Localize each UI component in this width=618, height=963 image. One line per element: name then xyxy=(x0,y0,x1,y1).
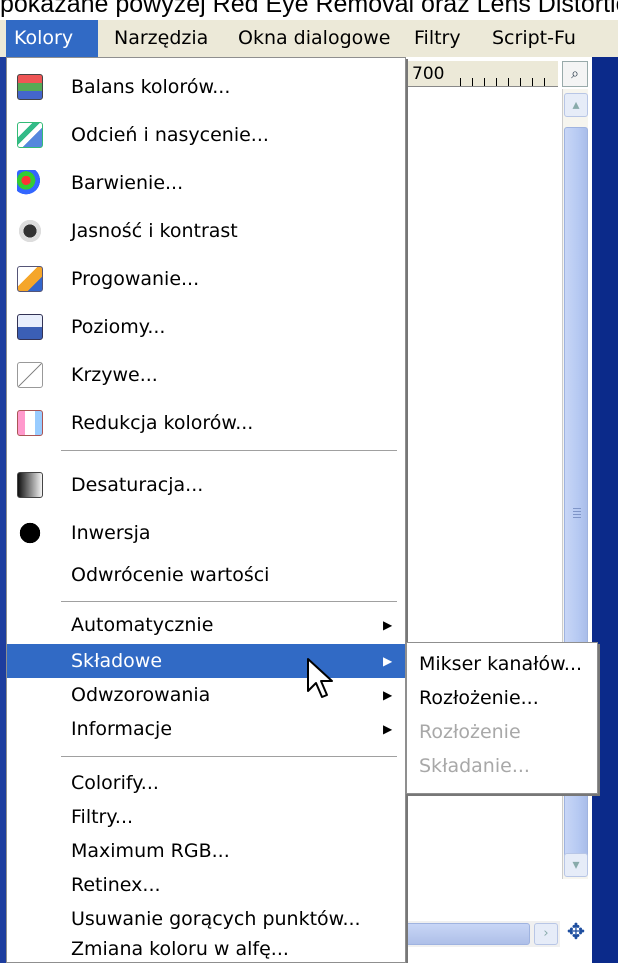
menu-item-skladowe[interactable]: Składowe ▶ xyxy=(7,644,405,678)
grip-icon xyxy=(573,508,581,518)
caption-text: pokazane powyżej Red Eye Removal oraz Le… xyxy=(0,0,618,18)
horizontal-ruler: 700 xyxy=(408,61,558,87)
menu-item-label: Redukcja kolorów... xyxy=(71,412,254,434)
menu-item-label: Automatycznie xyxy=(71,614,214,636)
menu-item-label: Filtry... xyxy=(71,806,134,828)
menu-item-label: Balans kolorów... xyxy=(71,76,231,98)
menu-item-label: Colorify... xyxy=(71,772,159,794)
colorize-icon xyxy=(17,170,43,196)
kolory-dropdown-menu: Balans kolorów... Odcień i nasycenie... … xyxy=(6,57,406,963)
menu-item-poziomy[interactable]: Poziomy... xyxy=(7,310,405,344)
menu-item-label: Zmiana koloru w alfę... xyxy=(71,938,289,960)
menu-item-label: Progowanie... xyxy=(71,268,200,290)
menu-item-label: Odwrócenie wartości xyxy=(71,564,270,586)
menu-item-label: Odcień i nasycenie... xyxy=(71,124,269,146)
menu-item-label: Usuwanie gorących punktów... xyxy=(71,908,361,930)
menu-item-zmiana-koloru-w-alfe[interactable]: Zmiana koloru w alfę... xyxy=(7,932,405,963)
menu-separator xyxy=(61,601,397,603)
scroll-up-icon[interactable]: ▴ xyxy=(564,93,588,117)
ruler-label: 700 xyxy=(412,64,445,84)
menu-item-inwersja[interactable]: Inwersja xyxy=(7,516,405,550)
skladowe-submenu: Mikser kanałów... Rozłożenie... Rozłożen… xyxy=(406,642,598,794)
menu-item-progowanie[interactable]: Progowanie... xyxy=(7,262,405,296)
submenu-item-skladanie-disabled: Składanie... xyxy=(419,755,530,777)
menu-item-label: Barwienie... xyxy=(71,172,184,194)
horizontal-scroll-thumb[interactable] xyxy=(400,923,530,945)
menu-okna-dialogowe[interactable]: Okna dialogowe xyxy=(238,20,390,57)
window-frame-right xyxy=(592,57,618,963)
menu-item-filtry[interactable]: Filtry... xyxy=(7,800,405,834)
menu-item-desaturacja[interactable]: Desaturacja... xyxy=(7,468,405,502)
submenu-arrow-icon: ▶ xyxy=(383,688,393,702)
menubar: Kolory Narzędzia Okna dialogowe Filtry S… xyxy=(0,20,618,57)
menu-item-maximum-rgb[interactable]: Maximum RGB... xyxy=(7,834,405,868)
menu-kolory[interactable]: Kolory xyxy=(6,20,98,57)
menu-narzedzia[interactable]: Narzędzia xyxy=(114,20,208,57)
menu-item-odcien-i-nasycenie[interactable]: Odcień i nasycenie... xyxy=(7,118,405,152)
submenu-arrow-icon: ▶ xyxy=(383,618,393,632)
menu-separator xyxy=(61,756,397,758)
menu-item-label: Odwzorowania xyxy=(71,684,211,706)
menu-item-label: Składowe xyxy=(71,650,163,672)
menu-item-odwzorowania[interactable]: Odwzorowania ▶ xyxy=(7,678,405,712)
horizontal-scrollbar[interactable]: › xyxy=(400,921,560,947)
curves-icon xyxy=(17,362,43,388)
mouse-cursor-icon xyxy=(307,658,333,698)
menu-item-odwrocenie-wartosci[interactable]: Odwrócenie wartości xyxy=(7,558,405,592)
menu-item-krzywe[interactable]: Krzywe... xyxy=(7,358,405,392)
menu-item-label: Retinex... xyxy=(71,874,161,896)
menu-item-label: Informacje xyxy=(71,718,173,740)
menu-separator xyxy=(61,450,397,452)
threshold-icon xyxy=(17,266,43,292)
brightness-contrast-icon xyxy=(17,218,43,244)
menu-item-jasnosc-i-kontrast[interactable]: Jasność i kontrast xyxy=(7,214,405,248)
menu-item-colorify[interactable]: Colorify... xyxy=(7,766,405,800)
scroll-down-icon[interactable]: ▾ xyxy=(564,853,588,877)
submenu-arrow-icon: ▶ xyxy=(383,722,393,736)
desaturate-icon xyxy=(17,472,43,498)
color-balance-icon xyxy=(17,74,43,100)
levels-icon xyxy=(17,314,43,340)
image-window: 700 ⌕ ▴ ▾ › ✥ xyxy=(400,57,592,963)
menu-item-label: Inwersja xyxy=(71,522,151,544)
menu-item-label: Jasność i kontrast xyxy=(71,220,238,242)
menu-script-fu[interactable]: Script-Fu xyxy=(492,20,576,57)
scroll-right-icon[interactable]: › xyxy=(534,923,558,945)
submenu-item-rozlozenie[interactable]: Rozłożenie... xyxy=(407,681,597,715)
menu-item-label: Krzywe... xyxy=(71,364,158,386)
menu-item-automatycznie[interactable]: Automatycznie ▶ xyxy=(7,608,405,642)
menu-item-informacje[interactable]: Informacje ▶ xyxy=(7,712,405,746)
menu-item-usuwanie-goracych-punktow[interactable]: Usuwanie gorących punktów... xyxy=(7,902,405,936)
posterize-icon xyxy=(17,410,43,436)
menu-item-balans-kolorow[interactable]: Balans kolorów... xyxy=(7,70,405,104)
menu-item-label: Maximum RGB... xyxy=(71,840,230,862)
ruler-ticks xyxy=(460,78,556,86)
menu-item-retinex[interactable]: Retinex... xyxy=(7,868,405,902)
submenu-item-rozlozenie-disabled: Rozłożenie xyxy=(419,721,521,743)
menu-item-label: Desaturacja... xyxy=(71,474,204,496)
zoom-icon[interactable]: ⌕ xyxy=(562,61,588,87)
invert-icon xyxy=(17,520,43,546)
hue-saturation-icon xyxy=(17,122,43,148)
navigate-icon[interactable]: ✥ xyxy=(562,919,590,947)
submenu-item-mikser-kanalow[interactable]: Mikser kanałów... xyxy=(407,647,597,681)
menu-item-label: Poziomy... xyxy=(71,316,166,338)
menu-item-redukcja-kolorow[interactable]: Redukcja kolorów... xyxy=(7,406,405,440)
menu-item-barwienie[interactable]: Barwienie... xyxy=(7,166,405,200)
submenu-arrow-icon: ▶ xyxy=(383,654,393,668)
menu-filtry[interactable]: Filtry xyxy=(414,20,461,57)
